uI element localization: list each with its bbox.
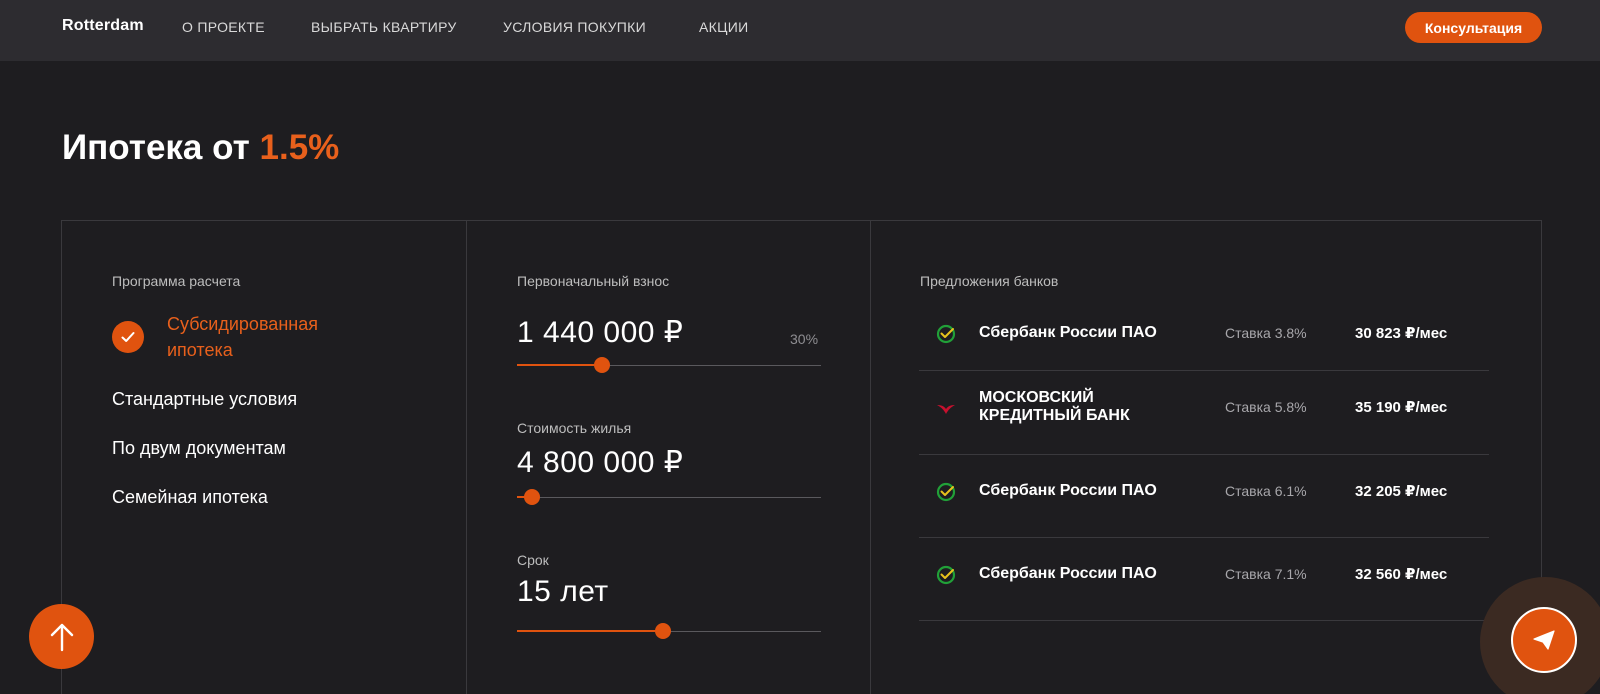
program-option-subsidized[interactable]: Субсидированная ипотека (167, 311, 367, 363)
program-option-family[interactable]: Семейная ипотека (112, 487, 268, 508)
down-payment-slider-handle[interactable] (594, 357, 610, 373)
term-slider-handle[interactable] (655, 623, 671, 639)
bank-offer-row[interactable]: Сбербанк России ПАО Ставка 7.1% 32 560 ₽/м… (919, 538, 1489, 621)
paper-plane-icon (1533, 630, 1555, 650)
price-value[interactable]: 4 800 000 ₽ (517, 445, 683, 480)
bank-name: Сбербанк России ПАО (979, 565, 1157, 582)
program-option-two-documents[interactable]: По двум документам (112, 438, 286, 459)
down-payment-slider-fill (517, 364, 602, 366)
nav-promotions[interactable]: АКЦИИ (699, 19, 748, 35)
term-label: Срок (517, 552, 549, 568)
column-divider (870, 221, 871, 694)
send-message-button[interactable] (1511, 607, 1577, 673)
check-icon (112, 321, 144, 353)
bank-rate: Ставка 6.1% (1225, 483, 1307, 499)
bank-monthly-payment: 32 205 ₽/мес (1355, 483, 1448, 500)
sber-icon (935, 323, 957, 345)
program-option-standard[interactable]: Стандартные условия (112, 389, 297, 410)
column-divider (466, 221, 467, 694)
price-slider-track[interactable] (517, 497, 821, 498)
bank-name: Сбербанк России ПАО (979, 324, 1157, 341)
page-title-main: Ипотека от (62, 128, 250, 167)
nav-purchase-terms[interactable]: УСЛОВИЯ ПОКУПКИ (503, 19, 646, 35)
price-label: Стоимость жилья (517, 420, 632, 436)
down-payment-label: Первоначальный взнос (517, 273, 670, 289)
down-payment-percent: 30% (790, 331, 819, 347)
bank-monthly-payment: 35 190 ₽/мес (1355, 399, 1448, 416)
term-value[interactable]: 15 лет (517, 575, 609, 609)
site-logo[interactable]: Rotterdam (62, 17, 144, 35)
consultation-button[interactable]: Консультация (1405, 12, 1542, 43)
bank-name: Сбербанк России ПАО (979, 482, 1157, 499)
mkb-icon (935, 397, 957, 419)
bank-monthly-payment: 30 823 ₽/мес (1355, 325, 1448, 342)
sber-icon (935, 564, 957, 586)
nav-choose-apartment[interactable]: ВЫБРАТЬ КВАРТИРУ (311, 19, 457, 35)
program-label: Программа расчета (112, 273, 241, 289)
sber-icon (935, 481, 957, 503)
price-slider-handle[interactable] (524, 489, 540, 505)
down-payment-value[interactable]: 1 440 000 ₽ (517, 315, 683, 350)
page-title-rate: 1.5% (259, 128, 340, 167)
top-navigation-bar: Rotterdam О ПРОЕКТЕ ВЫБРАТЬ КВАРТИРУ УСЛ… (0, 0, 1600, 61)
bank-rate: Ставка 5.8% (1225, 399, 1307, 415)
bank-offer-row[interactable]: МОСКОВСКИЙ КРЕДИТНЫЙ БАНК Ставка 5.8% 35 1… (919, 371, 1489, 455)
page-title: Ипотека от 1.5% (62, 128, 339, 168)
bank-monthly-payment: 32 560 ₽/мес (1355, 566, 1448, 583)
bank-rate: Ставка 7.1% (1225, 566, 1307, 582)
bank-rate: Ставка 3.8% (1225, 325, 1307, 341)
nav-about[interactable]: О ПРОЕКТЕ (182, 19, 265, 35)
bank-name: МОСКОВСКИЙ КРЕДИТНЫЙ БАНК (979, 389, 1130, 424)
bank-offer-row[interactable]: Сбербанк России ПАО Ставка 3.8% 30 823 ₽/м… (919, 297, 1489, 371)
bank-offers-label: Предложения банков (920, 273, 1059, 289)
scroll-to-top-button[interactable] (29, 604, 94, 669)
bank-offer-row[interactable]: Сбербанк России ПАО Ставка 6.1% 32 205 ₽/м… (919, 455, 1489, 538)
term-slider-fill (517, 630, 663, 632)
arrow-up-icon (50, 623, 73, 651)
